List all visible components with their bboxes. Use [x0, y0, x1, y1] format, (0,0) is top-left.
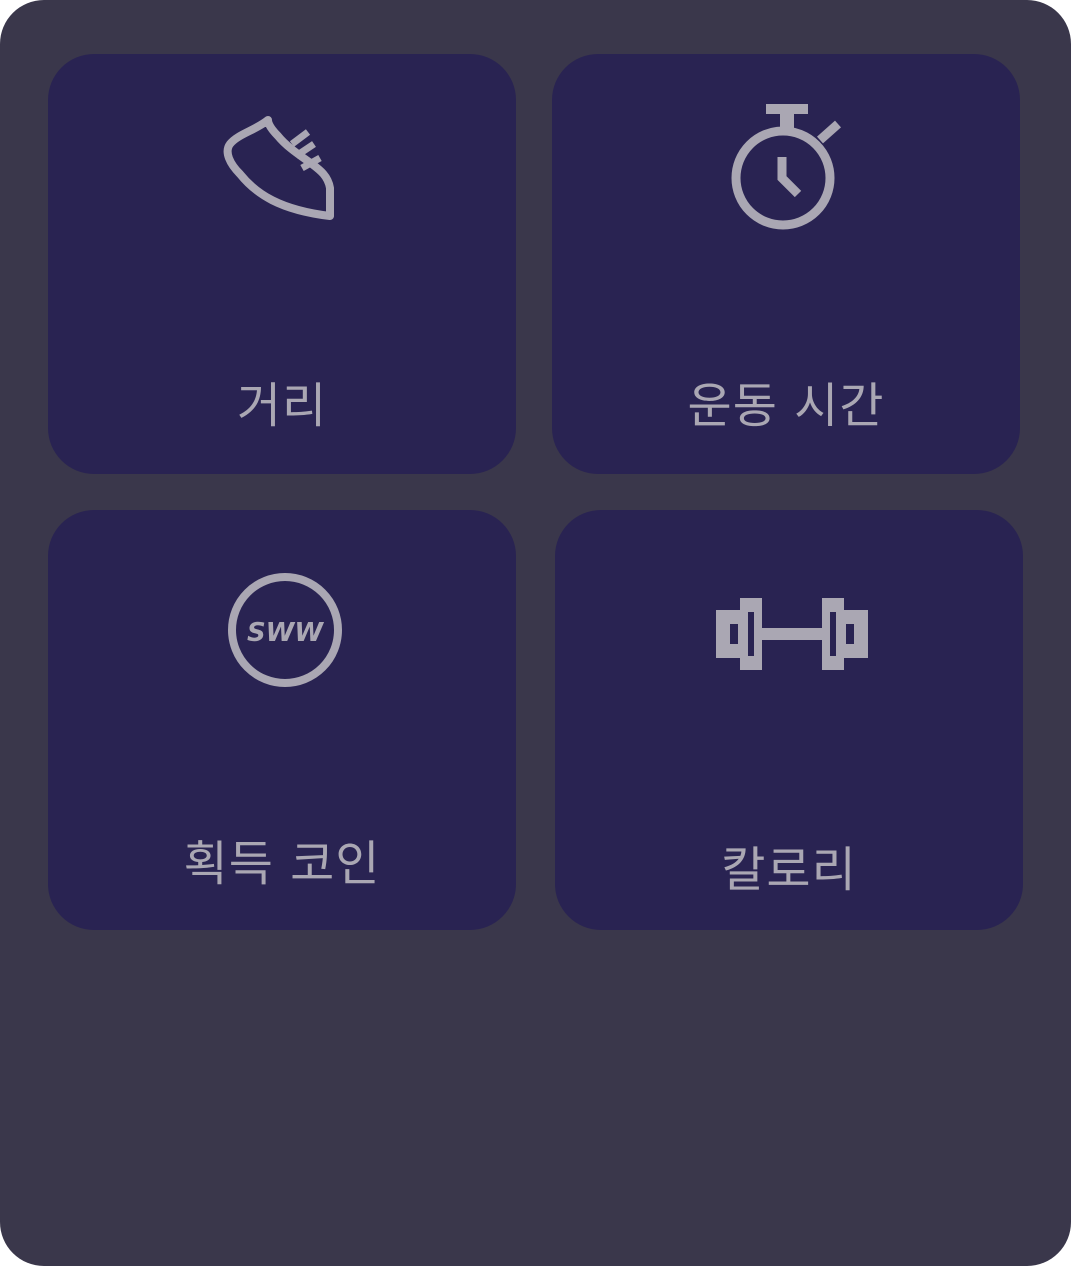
distance-card[interactable]: 거리	[48, 54, 516, 474]
distance-label: 거리	[236, 378, 328, 434]
coin-text: SWW	[247, 618, 324, 648]
stopwatch-icon	[731, 104, 841, 230]
stats-panel: 거리 운동 시간 SWW 획득 코인 칼로리	[0, 0, 1071, 1266]
exercise-time-label: 운동 시간	[687, 378, 885, 434]
dumbbell-icon	[716, 598, 868, 670]
earned-coins-card[interactable]: SWW 획득 코인	[48, 510, 516, 930]
sneaker-icon	[223, 116, 334, 220]
exercise-time-card[interactable]: 운동 시간	[552, 54, 1020, 474]
calories-card[interactable]: 칼로리	[555, 510, 1023, 930]
coin-icon: SWW	[228, 573, 342, 687]
earned-coins-label: 획득 코인	[183, 836, 381, 892]
calories-label: 칼로리	[721, 842, 857, 898]
